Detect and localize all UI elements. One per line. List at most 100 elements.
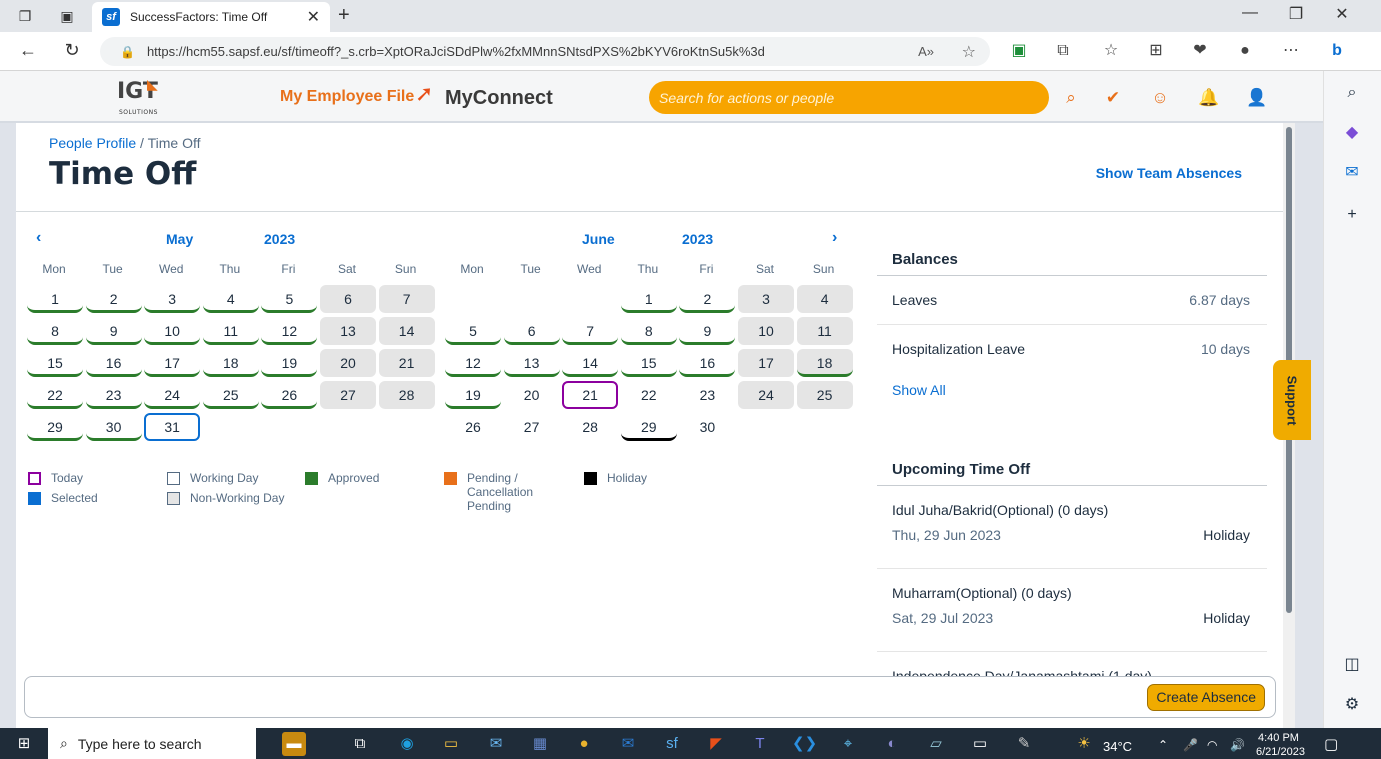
calendar-day[interactable]: 7 bbox=[378, 285, 435, 313]
igt-logo[interactable]: IGT ◣ SOLUTIONS bbox=[117, 77, 158, 116]
sidebar-office-icon[interactable]: ◆ bbox=[1338, 119, 1366, 147]
outlook-app-icon[interactable]: ✉ bbox=[616, 732, 640, 756]
calendar-day[interactable]: 27 bbox=[504, 413, 560, 441]
user-profile-icon[interactable]: 👤 bbox=[1245, 86, 1269, 110]
calendar-day[interactable]: 7 bbox=[562, 317, 619, 345]
close-tab-icon[interactable]: ✕ bbox=[307, 7, 320, 27]
calendar-day[interactable]: 20 bbox=[504, 381, 560, 409]
calendar-day[interactable]: 15 bbox=[620, 349, 677, 377]
favorite-star-icon[interactable]: ☆ bbox=[962, 42, 976, 62]
calendar-day[interactable]: 26 bbox=[445, 413, 501, 441]
tab-actions-icon[interactable]: ▣ bbox=[56, 6, 78, 26]
month-1-label[interactable]: May bbox=[166, 231, 193, 247]
show-all-link[interactable]: Show All bbox=[892, 382, 946, 398]
sidebar-search-icon[interactable]: ⌕ bbox=[1338, 79, 1366, 107]
calendar-day[interactable]: 12 bbox=[445, 349, 501, 377]
calendar-day[interactable]: 4 bbox=[202, 285, 259, 313]
taskbar-search[interactable]: ⌕ Type here to search bbox=[48, 728, 256, 759]
calendar-day[interactable]: 14 bbox=[378, 317, 435, 345]
calendar-day[interactable]: 25 bbox=[202, 381, 259, 409]
wifi-icon[interactable]: ◠ bbox=[1207, 738, 1217, 752]
support-tab[interactable]: Support bbox=[1273, 360, 1311, 440]
breadcrumb-people-profile[interactable]: People Profile bbox=[49, 135, 136, 151]
workspaces-icon[interactable]: ❐ bbox=[14, 6, 36, 26]
calendar-day[interactable]: 21 bbox=[378, 349, 435, 377]
more-menu-icon[interactable]: ⋯ bbox=[1280, 40, 1302, 62]
sidebar-outlook-icon[interactable]: ✉ bbox=[1338, 159, 1366, 187]
tray-chevron-icon[interactable]: ⌃ bbox=[1158, 738, 1168, 752]
windows-start-icon[interactable]: ⊞ bbox=[12, 732, 36, 756]
calendar-day[interactable]: 27 bbox=[320, 381, 376, 409]
calendar-day[interactable]: 22 bbox=[27, 381, 83, 409]
search-input[interactable] bbox=[659, 89, 1049, 106]
calendar-day[interactable]: 28 bbox=[562, 413, 618, 441]
read-aloud-icon[interactable]: A» bbox=[918, 44, 934, 59]
calendar-day[interactable]: 23 bbox=[679, 381, 735, 409]
url-field[interactable]: 🔒 https://hcm55.sapsf.eu/sf/timeoff?_s.c… bbox=[100, 37, 990, 66]
calendar-day[interactable]: 30 bbox=[679, 413, 735, 441]
calendar-day[interactable]: 13 bbox=[320, 317, 376, 345]
calendar-day[interactable]: 11 bbox=[796, 317, 853, 345]
calendar-day[interactable]: 15 bbox=[27, 349, 83, 377]
calendar-day[interactable]: 30 bbox=[85, 413, 142, 441]
terminal-app-icon[interactable]: ▭ bbox=[968, 732, 992, 756]
calendar-day[interactable]: 4 bbox=[796, 285, 853, 313]
edge-app-icon[interactable]: ◉ bbox=[395, 732, 419, 756]
calendar-day[interactable]: 31 bbox=[144, 413, 201, 441]
upcoming-item-name[interactable]: Idul Juha/Bakrid(Optional) (0 days) bbox=[892, 502, 1108, 518]
refresh-icon[interactable]: ↻ bbox=[60, 40, 84, 61]
calendar-day[interactable]: 6 bbox=[320, 285, 376, 313]
task-view-icon[interactable]: ⧉ bbox=[348, 732, 372, 756]
maximize-icon[interactable]: ❐ bbox=[1273, 4, 1319, 24]
extension-icon[interactable]: ▣ bbox=[1008, 40, 1030, 62]
calendar-day[interactable]: 16 bbox=[85, 349, 142, 377]
calendar-day[interactable]: 24 bbox=[738, 381, 794, 409]
notification-center-icon[interactable]: ▢ bbox=[1324, 735, 1338, 753]
calendar-day[interactable]: 17 bbox=[144, 349, 201, 377]
calendar-day[interactable]: 29 bbox=[27, 413, 83, 441]
next-month-icon[interactable]: › bbox=[832, 229, 837, 247]
calendar-day[interactable]: 3 bbox=[738, 285, 794, 313]
orange-app-icon[interactable]: ◤ bbox=[704, 732, 728, 756]
clock-date[interactable]: 6/21/2023 bbox=[1256, 746, 1305, 758]
volume-icon[interactable]: 🔊 bbox=[1230, 738, 1245, 752]
calendar-day[interactable]: 14 bbox=[562, 349, 619, 377]
calendar-day[interactable]: 8 bbox=[27, 317, 83, 345]
calendar-day[interactable]: 1 bbox=[620, 285, 677, 313]
calendar-day[interactable]: 16 bbox=[679, 349, 736, 377]
calendar-day[interactable]: 20 bbox=[320, 349, 376, 377]
weather-icon[interactable]: ☀ bbox=[1072, 732, 1096, 756]
browser-tab[interactable]: sf SuccessFactors: Time Off ✕ bbox=[92, 2, 330, 32]
minimize-icon[interactable]: — bbox=[1227, 4, 1273, 22]
temperature[interactable]: 34°C bbox=[1103, 739, 1132, 754]
month-2-label[interactable]: June bbox=[582, 231, 615, 247]
calendar-day[interactable]: 25 bbox=[796, 381, 853, 409]
calendar-day[interactable]: 17 bbox=[738, 349, 794, 377]
search-bar[interactable] bbox=[649, 81, 1049, 114]
calendar-day[interactable]: 8 bbox=[620, 317, 677, 345]
calendar-day[interactable]: 19 bbox=[445, 381, 501, 409]
calendar-day[interactable]: 5 bbox=[445, 317, 501, 345]
calendar-day[interactable]: 18 bbox=[202, 349, 259, 377]
calendar-day[interactable]: 2 bbox=[85, 285, 142, 313]
module-title[interactable]: My Employee File bbox=[280, 88, 414, 106]
paint-app-icon[interactable]: ✎ bbox=[1012, 732, 1036, 756]
chat-icon[interactable]: ☺ bbox=[1148, 86, 1172, 110]
calendar-day[interactable]: 26 bbox=[261, 381, 318, 409]
briefcase-app-icon[interactable]: ▬ bbox=[282, 732, 306, 756]
close-window-icon[interactable]: ✕ bbox=[1319, 4, 1365, 24]
sidebar-add-icon[interactable]: + bbox=[1338, 201, 1366, 229]
bing-icon[interactable]: b bbox=[1326, 40, 1348, 62]
calendar-day[interactable]: 24 bbox=[144, 381, 201, 409]
calendar-day[interactable]: 18 bbox=[796, 349, 853, 377]
calendar-day[interactable]: 21 bbox=[562, 381, 619, 409]
calendar-day[interactable]: 9 bbox=[679, 317, 736, 345]
new-tab-icon[interactable]: + bbox=[338, 4, 350, 27]
sf-app-icon[interactable]: sf bbox=[660, 732, 684, 756]
calendar-day[interactable]: 23 bbox=[85, 381, 142, 409]
file-explorer-icon[interactable]: ▭ bbox=[439, 732, 463, 756]
chrome-app-icon[interactable]: ● bbox=[572, 732, 596, 756]
show-team-absences-link[interactable]: Show Team Absences bbox=[1096, 165, 1242, 181]
collections-icon[interactable]: ⊞ bbox=[1145, 40, 1167, 62]
calendar-day[interactable]: 3 bbox=[144, 285, 201, 313]
